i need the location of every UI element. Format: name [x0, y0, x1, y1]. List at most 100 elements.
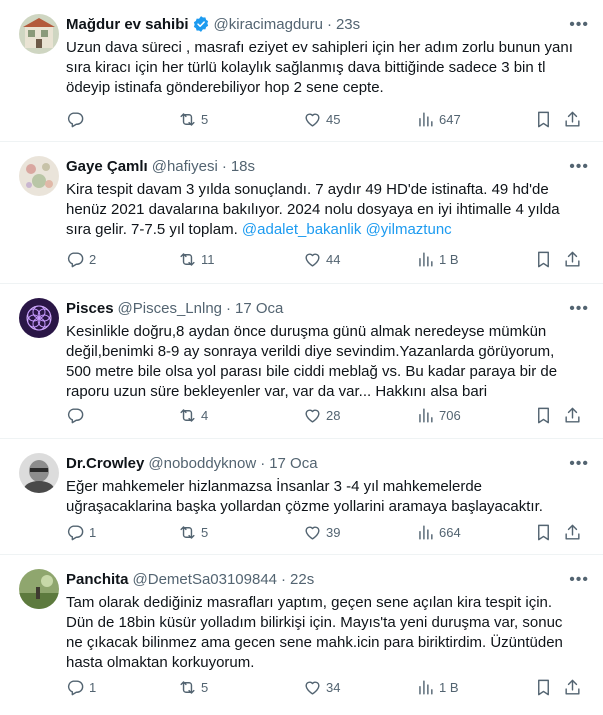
like-count: 44: [326, 252, 341, 267]
tweet[interactable]: Dr.Crowley @noboddyknow · 17 Oca ••• Eğe…: [0, 439, 603, 555]
reply-button[interactable]: [66, 406, 89, 425]
author-name[interactable]: Panchita: [66, 571, 129, 588]
retweet-button[interactable]: 11: [178, 250, 215, 269]
separator-dot: ·: [260, 454, 266, 472]
author-name[interactable]: Dr.Crowley: [66, 455, 144, 472]
like-count: 34: [326, 680, 341, 695]
view-count: 1 B: [439, 252, 459, 267]
tweet-text-line: ne çıkacak bilinmez ama gecen sene mahk.…: [66, 634, 563, 651]
avatar[interactable]: [19, 453, 59, 493]
share-button[interactable]: [563, 678, 582, 697]
more-dots-icon[interactable]: •••: [569, 158, 589, 176]
view-count: 1 B: [439, 680, 459, 695]
reply-button[interactable]: [66, 110, 89, 129]
like-button[interactable]: 34: [303, 678, 340, 697]
like-button[interactable]: 44: [303, 250, 340, 269]
tweet[interactable]: Mağdur ev sahibi @kiracimagduru · 23s ••…: [0, 0, 603, 142]
mention-link[interactable]: @adalet_bakanlik: [242, 221, 361, 238]
bookmark-button[interactable]: [534, 110, 553, 129]
tweet-time[interactable]: 22s: [290, 571, 314, 588]
share-button[interactable]: [563, 250, 582, 269]
view-count: 647: [439, 112, 461, 127]
reply-button[interactable]: 1: [66, 678, 96, 697]
views-button[interactable]: 1 B: [416, 678, 459, 697]
retweet-icon: [180, 681, 195, 694]
retweet-button[interactable]: 5: [178, 110, 208, 129]
author-handle[interactable]: @hafiyesi: [152, 158, 218, 175]
tweet-text-line: değil,benimki 8-9 ay sonraya verildi diy…: [66, 343, 555, 360]
avatar[interactable]: [19, 298, 59, 338]
author-handle[interactable]: @DemetSa03109844: [133, 571, 278, 588]
tweet-text-line: sıra gelir. 7-7.5 yıl toplam. @adalet_ba…: [66, 220, 589, 240]
bookmark-button[interactable]: [534, 406, 553, 425]
reply-icon: [67, 112, 84, 128]
retweet-button[interactable]: 4: [178, 406, 208, 425]
retweet-count: 5: [201, 112, 209, 127]
author-name[interactable]: Gaye Çamlı: [66, 158, 148, 175]
tweet-text-line: uğraşacaklarina başka yollardan çözme yo…: [66, 498, 543, 515]
author-handle[interactable]: @Pisces_Lnlng: [118, 300, 222, 317]
view-count: 706: [439, 408, 461, 423]
tweet-text-line: Eğer mahkemeler hizlanmazsa İnsanlar 3 -…: [66, 478, 483, 495]
share-icon: [565, 679, 580, 695]
heart-icon: [305, 409, 320, 423]
retweet-count: 5: [201, 525, 209, 540]
tweet-text-line: 500 metre bile olsa yol parası bile cidd…: [66, 363, 558, 380]
author-handle[interactable]: @kiracimagduru: [214, 16, 323, 33]
like-button[interactable]: 39: [303, 523, 340, 542]
avatar[interactable]: [19, 569, 59, 609]
bookmark-button[interactable]: [534, 678, 553, 697]
views-button[interactable]: 1 B: [416, 250, 459, 269]
views-chart-icon: [419, 112, 433, 127]
view-count: 664: [439, 525, 461, 540]
more-dots-icon[interactable]: •••: [569, 455, 589, 473]
author-handle[interactable]: @noboddyknow: [148, 455, 256, 472]
more-dots-icon[interactable]: •••: [569, 300, 589, 318]
reply-button[interactable]: 1: [66, 523, 96, 542]
separator-dot: ·: [281, 570, 287, 588]
share-icon: [565, 407, 580, 423]
tweet[interactable]: Pisces @Pisces_Lnlng · 17 Oca ••• Kesinl…: [0, 284, 603, 439]
tweet-time[interactable]: 17 Oca: [235, 300, 283, 317]
retweet-button[interactable]: 5: [178, 678, 208, 697]
retweet-icon: [180, 409, 195, 422]
separator-dot: ·: [221, 157, 227, 175]
like-count: 39: [326, 525, 341, 540]
tweet-text-line: hasta olmaktan korkuyorum.: [66, 654, 255, 671]
reply-icon: [67, 525, 84, 541]
mention-link[interactable]: @yilmaztunc: [366, 221, 452, 238]
retweet-count: 11: [201, 252, 215, 267]
tweet[interactable]: Panchita @DemetSa03109844 · 22s ••• Tam …: [0, 555, 603, 715]
avatar[interactable]: [19, 156, 59, 196]
retweet-button[interactable]: 5: [178, 523, 208, 542]
bookmark-button[interactable]: [534, 523, 553, 542]
tweet-time[interactable]: 18s: [231, 158, 255, 175]
tweet-time[interactable]: 17 Oca: [269, 455, 317, 472]
views-chart-icon: [419, 252, 433, 267]
tweet-text-line: sıra kiracı için her türlü kolaylık sağl…: [66, 59, 546, 76]
reply-button[interactable]: 2: [66, 250, 96, 269]
share-button[interactable]: [563, 523, 582, 542]
like-button[interactable]: 45: [303, 110, 340, 129]
avatar[interactable]: [19, 14, 59, 54]
tweet-text-line: raporu uzun süre bekleyenler var, var da…: [66, 383, 488, 400]
tweet-time[interactable]: 23s: [336, 16, 360, 33]
share-icon: [565, 111, 580, 127]
views-button[interactable]: 647: [416, 110, 461, 129]
tweet[interactable]: Gaye Çamlı @hafiyesi · 18s ••• Kira tesp…: [0, 142, 603, 284]
like-count: 28: [326, 408, 341, 423]
views-button[interactable]: 664: [416, 523, 461, 542]
bookmark-icon: [538, 679, 549, 696]
author-name[interactable]: Mağdur ev sahibi: [66, 16, 189, 33]
retweet-icon: [180, 113, 195, 126]
more-dots-icon[interactable]: •••: [569, 16, 589, 34]
share-button[interactable]: [563, 406, 582, 425]
more-dots-icon[interactable]: •••: [569, 571, 589, 589]
views-chart-icon: [419, 525, 433, 540]
views-button[interactable]: 706: [416, 406, 461, 425]
tweet-text-line: Kesinlikle doğru,8 aydan önce duruşma gü…: [66, 323, 547, 340]
bookmark-button[interactable]: [534, 250, 553, 269]
like-button[interactable]: 28: [303, 406, 340, 425]
share-button[interactable]: [563, 110, 582, 129]
author-name[interactable]: Pisces: [66, 300, 114, 317]
